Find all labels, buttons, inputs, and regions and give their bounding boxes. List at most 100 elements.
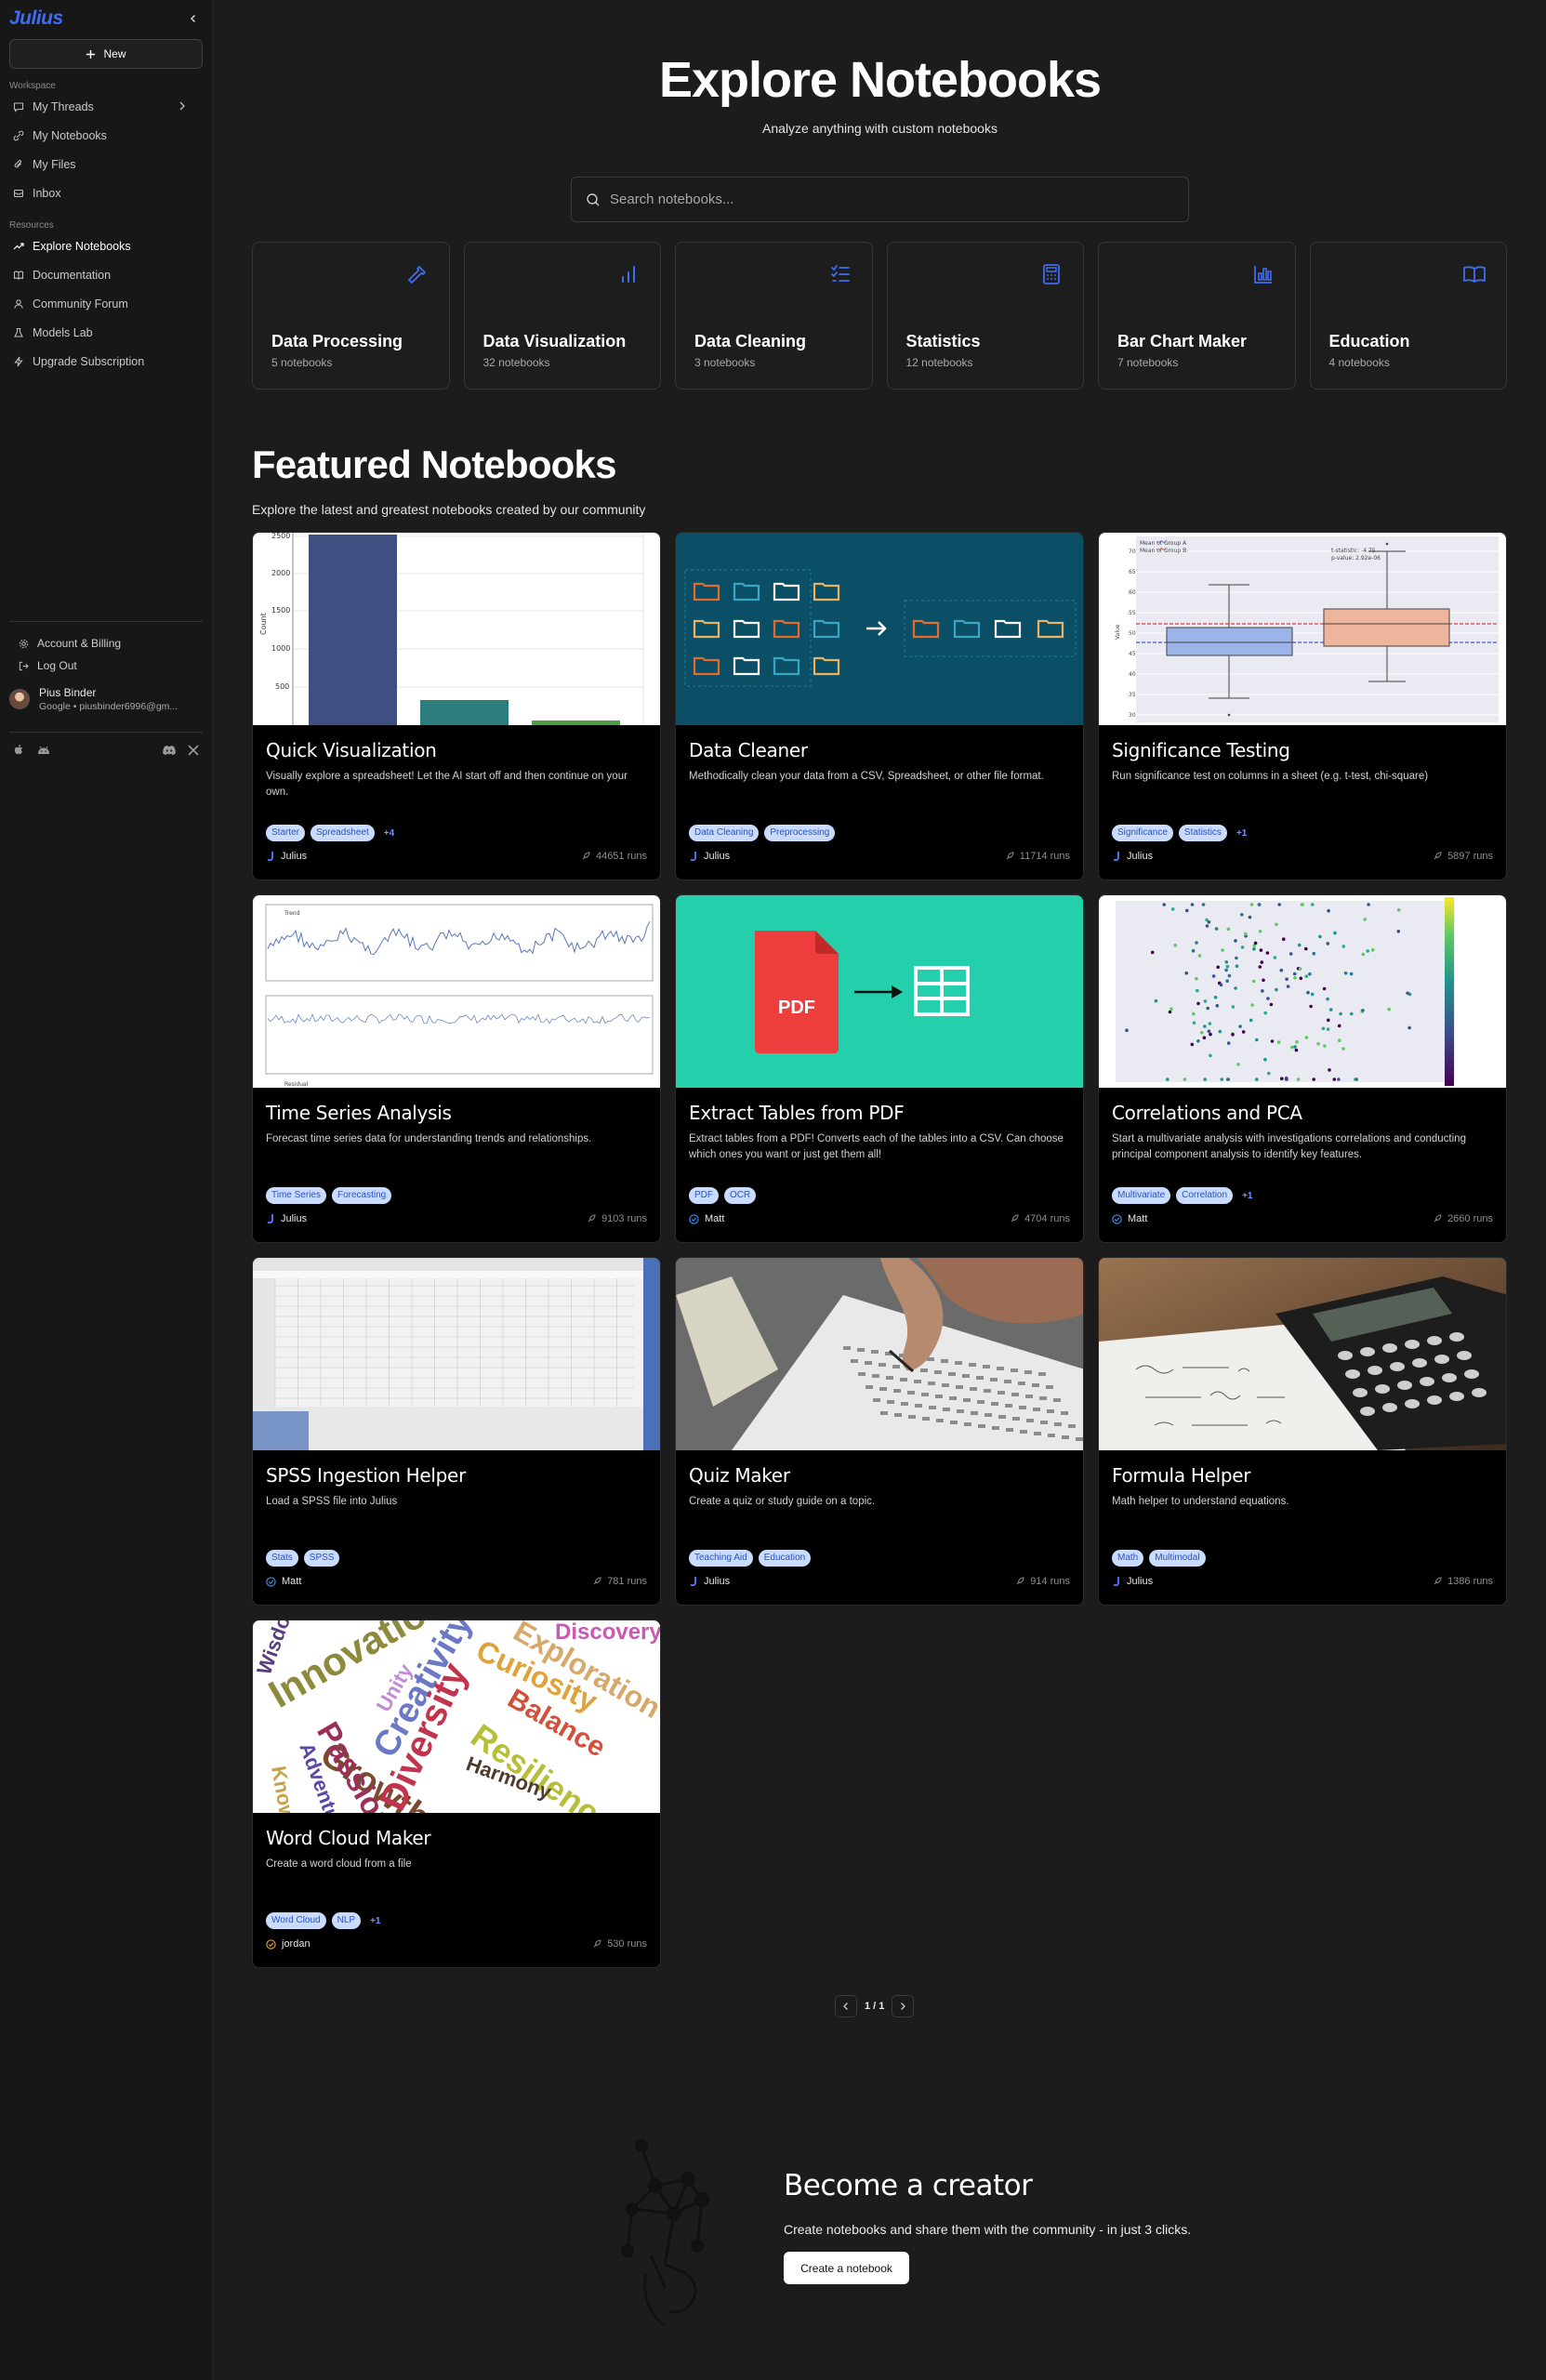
card-author[interactable]: Matt [689,1213,724,1224]
sidebar-item-upgrade-subscription[interactable]: Upgrade Subscription [0,347,212,376]
category-count: 12 notebooks [905,356,973,369]
notebook-card-data-cleaner[interactable]: Data Cleaner Methodically clean your dat… [675,532,1084,880]
tag[interactable]: Preprocessing [764,825,836,841]
author-name: Julius [281,851,308,862]
card-author[interactable]: Julius [689,851,730,862]
sidebar-item-explore-notebooks[interactable]: Explore Notebooks [0,231,212,260]
card-thumbnail: Innovation Growth Passion Creativity Div… [253,1620,660,1813]
tag[interactable]: Multimodal [1149,1550,1206,1567]
more-tags[interactable]: +1 [1242,1191,1252,1201]
card-author[interactable]: Matt [1112,1213,1147,1224]
search-input[interactable] [610,192,1168,207]
answer-bubble [843,1346,851,1350]
category-name: Data Processing [271,332,403,350]
answer-bubble [1061,1411,1068,1415]
more-tags[interactable]: +1 [1236,828,1247,839]
answer-bubble [914,1380,921,1383]
scatter-point [1225,979,1229,983]
tag[interactable]: Multivariate [1112,1187,1171,1204]
tag[interactable]: Data Cleaning [689,825,760,841]
tag[interactable]: Teaching Aid [689,1550,753,1567]
scatter-point [1244,932,1248,936]
category-card-statistics[interactable]: Statistics 12 notebooks [886,242,1084,390]
tag[interactable]: OCR [724,1187,757,1204]
tag[interactable]: Statistics [1178,825,1227,841]
notebook-card-significance-testing[interactable]: Mean of Group A Mean of Group B t-statis… [1098,532,1507,880]
notebook-card-spss-ingestion-helper[interactable]: SPSS Ingestion Helper Load a SPSS file i… [252,1257,661,1606]
discord-icon[interactable] [162,745,177,756]
card-author[interactable]: jordan [266,1938,311,1950]
notebook-card-extract-tables-from-pdf[interactable]: PDF Extract Tables from PDF Extract tabl… [675,894,1084,1243]
julius-logo[interactable]: Julius [9,7,63,30]
card-author[interactable]: Julius [1112,1576,1153,1587]
tag[interactable]: Time Series [266,1187,326,1204]
card-author[interactable]: Julius [1112,851,1153,862]
search-bar[interactable] [571,177,1189,222]
prev-page-button[interactable] [835,1995,857,2017]
tag[interactable]: Word Cloud [266,1912,326,1929]
new-button[interactable]: New [9,39,203,69]
notebook-card-quiz-maker[interactable]: Quiz Maker Create a quiz or study guide … [675,1257,1084,1606]
tag[interactable]: NLP [331,1912,362,1929]
category-card-data-cleaning[interactable]: Data Cleaning 3 notebooks [675,242,873,390]
notebook-card-time-series-analysis[interactable]: Trend Residual Time Series Analysis Fore… [252,894,661,1243]
more-tags[interactable]: +1 [370,1916,380,1926]
create-notebook-button[interactable]: Create a notebook [784,2252,909,2284]
tag[interactable]: SPSS [303,1550,340,1567]
next-page-button[interactable] [892,1995,915,2017]
notebook-card-word-cloud-maker[interactable]: Innovation Growth Passion Creativity Div… [252,1620,661,1968]
scatter-point [1285,977,1288,981]
scatter-point [1192,1012,1196,1016]
tag[interactable]: PDF [689,1187,719,1204]
tag[interactable]: Spreadsheet [311,825,375,841]
checklist-icon [827,261,853,287]
tag[interactable]: Significance [1112,825,1173,841]
tag[interactable]: Stats [266,1550,298,1567]
legend-label: Mean of Group A [1140,540,1187,547]
answer-bubble [892,1365,900,1368]
tag[interactable]: Forecasting [331,1187,392,1204]
collapse-sidebar-icon[interactable] [186,11,201,26]
tag[interactable]: Math [1112,1550,1144,1567]
android-icon[interactable] [36,745,51,756]
card-author[interactable]: Julius [689,1576,730,1587]
logout-link[interactable]: Log Out [9,654,205,677]
sidebar-item-label: My Notebooks [33,128,107,142]
category-card-data-processing[interactable]: Data Processing 5 notebooks [252,242,450,390]
card-author[interactable]: Matt [266,1576,301,1587]
sidebar-item-models-lab[interactable]: Models Lab [0,318,212,347]
tag[interactable]: Correlation [1176,1187,1234,1204]
x-twitter-icon[interactable] [188,744,199,756]
notebook-card-formula-helper[interactable]: Formula Helper Math helper to understand… [1098,1257,1507,1606]
apple-icon[interactable] [13,744,25,756]
tag[interactable]: Education [758,1550,812,1567]
author-name: jordan [282,1938,311,1950]
user-profile[interactable]: Pius Binder Google • piusbinder6996@gm..… [9,686,178,712]
more-tags[interactable]: +4 [384,828,394,839]
sidebar-item-inbox[interactable]: Inbox [0,178,212,207]
sidebar-item-documentation[interactable]: Documentation [0,260,212,289]
notebook-card-correlations-and-pca[interactable]: Correlations and PCA Start a multivariat… [1098,894,1507,1243]
account-billing-link[interactable]: Account & Billing [9,632,205,654]
card-author[interactable]: Julius [266,1213,307,1224]
category-card-education[interactable]: Education 4 notebooks [1309,242,1507,390]
category-card-data-visualization[interactable]: Data Visualization 32 notebooks [463,242,661,390]
sidebar-item-my-notebooks[interactable]: My Notebooks [0,121,212,150]
calculator-key [1360,1347,1375,1356]
sidebar-item-my-threads[interactable]: My Threads [0,92,212,121]
notebook-card-quick-visualization[interactable]: 2500 2000 1500 1000 500 Count Quick Visu… [252,532,661,880]
answer-bubble [872,1374,879,1378]
sidebar-item-my-files[interactable]: My Files [0,150,212,178]
scatter-point [1197,954,1202,958]
chevron-right-icon[interactable] [178,100,186,112]
card-title: Formula Helper [1112,1464,1251,1487]
scatter-point [1339,1012,1342,1016]
card-author[interactable]: Julius [266,851,307,862]
category-card-bar-chart-maker[interactable]: Bar Chart Maker 7 notebooks [1098,242,1296,390]
sidebar-item-community-forum[interactable]: Community Forum [0,289,212,318]
scatter-point [1295,1039,1299,1044]
scatter-point [1211,974,1216,978]
tag[interactable]: Starter [266,825,306,841]
sidebar-item-label: Models Lab [33,325,93,339]
calculator-key [1420,1377,1434,1386]
